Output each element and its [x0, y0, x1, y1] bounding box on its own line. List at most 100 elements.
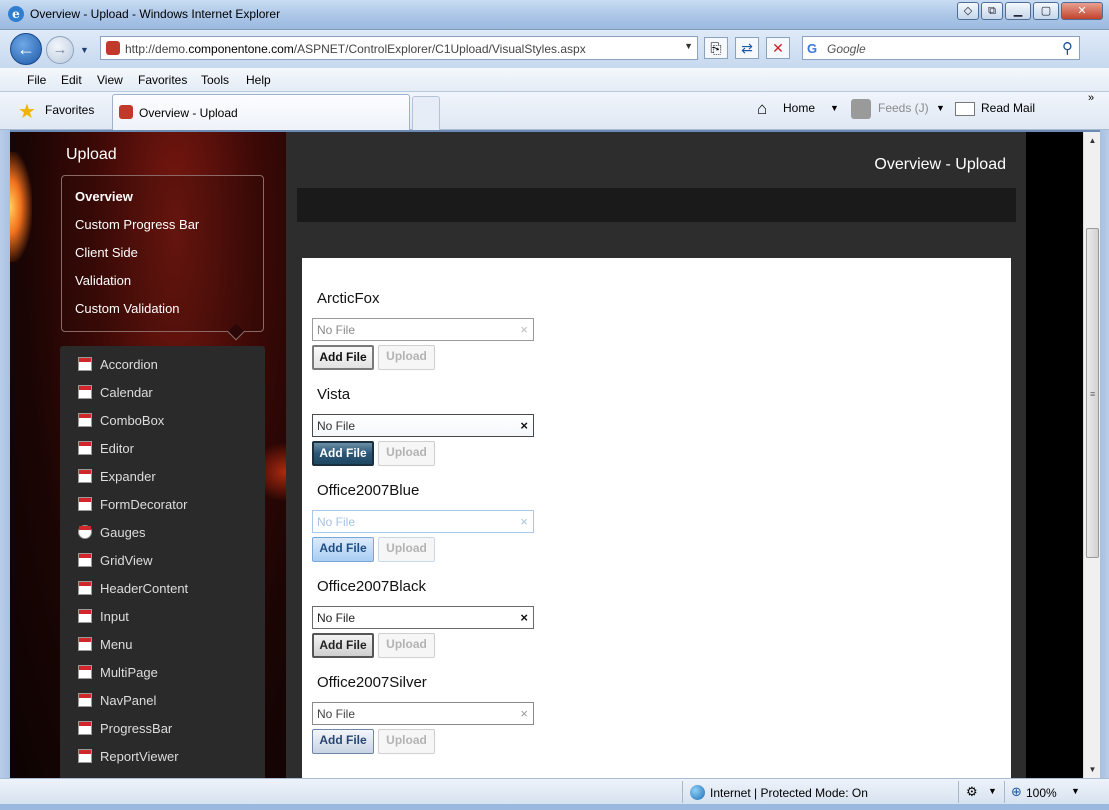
window-controls: ◇ ⧉ ▁ ▢ ✕ — [957, 2, 1103, 20]
stop-icon[interactable]: ✕ — [766, 37, 790, 59]
scroll-up-icon[interactable]: ▲ — [1084, 132, 1101, 149]
control-list: Accordion Calendar ComboBox Editor Expan… — [60, 346, 265, 778]
accordion-icon — [78, 357, 92, 371]
upload-button[interactable]: Upload — [378, 633, 435, 658]
add-file-button[interactable]: Add File — [312, 633, 374, 658]
gridview-icon — [78, 553, 92, 567]
add-file-button[interactable]: Add File — [312, 345, 374, 370]
zoom-dropdown-icon[interactable]: ▼ — [1071, 786, 1080, 796]
subnav-custom-validation[interactable]: Custom Validation — [75, 301, 180, 316]
address-url[interactable]: http://demo.componentone.com/ASPNET/Cont… — [125, 42, 586, 56]
clear-icon[interactable]: × — [520, 610, 528, 625]
control-item-gauges[interactable]: Gauges — [78, 522, 146, 542]
file-field[interactable]: No File × — [312, 702, 534, 725]
address-bar[interactable]: http://demo.componentone.com/ASPNET/Cont… — [100, 36, 698, 60]
favorites-star-icon[interactable]: ★ — [18, 99, 36, 124]
control-item-formdecorator[interactable]: FormDecorator — [78, 494, 187, 514]
menu-tools[interactable]: Tools — [201, 73, 229, 87]
clear-icon[interactable]: × — [520, 706, 528, 721]
security-zone[interactable]: Internet | Protected Mode: On — [710, 786, 868, 800]
add-file-button[interactable]: Add File — [312, 441, 374, 466]
vertical-scrollbar[interactable]: ▲ ≡ ▼ — [1083, 132, 1100, 778]
home-button[interactable]: Home — [783, 101, 815, 115]
menu-edit[interactable]: Edit — [61, 73, 82, 87]
control-item-headercontent[interactable]: HeaderContent — [78, 578, 188, 598]
theme-name: Office2007Blue — [317, 482, 420, 499]
page-title: Overview - Upload — [874, 156, 1006, 173]
subnav-custom-progress-bar[interactable]: Custom Progress Bar — [75, 217, 199, 232]
compatibility-view-icon[interactable]: ⎘ — [704, 37, 728, 59]
menu-view[interactable]: View — [97, 73, 123, 87]
status-bar: Internet | Protected Mode: On ⚙ ▼ ⊕ 100%… — [0, 778, 1109, 804]
window-bottom-border — [0, 804, 1109, 810]
feeds-button[interactable]: Feeds (J) — [878, 101, 929, 115]
back-button[interactable]: ← — [10, 33, 42, 65]
clear-icon[interactable]: × — [520, 418, 528, 433]
file-field[interactable]: No File × — [312, 414, 534, 437]
refresh-icon[interactable]: ⇄ — [735, 37, 759, 59]
chevron-more-icon[interactable]: » — [1088, 92, 1094, 104]
subnav-overview[interactable]: Overview — [75, 189, 133, 204]
control-item-reportviewer[interactable]: ReportViewer — [78, 746, 179, 766]
read-mail-button[interactable]: Read Mail — [981, 101, 1035, 115]
address-dropdown-icon[interactable]: ▼ — [684, 41, 693, 51]
scroll-down-icon[interactable]: ▼ — [1084, 761, 1101, 778]
search-input[interactable]: Google — [827, 42, 866, 56]
restore-tab-icon[interactable]: ◇ — [957, 2, 979, 20]
file-field[interactable]: No File × — [312, 510, 534, 533]
control-item-calendar[interactable]: Calendar — [78, 382, 153, 402]
upload-button[interactable]: Upload — [378, 441, 435, 466]
control-item-menu[interactable]: Menu — [78, 634, 133, 654]
subnav-client-side[interactable]: Client Side — [75, 245, 138, 260]
forward-button[interactable]: → — [46, 36, 74, 64]
tab-label: Overview - Upload — [139, 106, 238, 120]
subnav-validation[interactable]: Validation — [75, 273, 131, 288]
menu-help[interactable]: Help — [246, 73, 271, 87]
clear-icon[interactable]: × — [520, 514, 528, 529]
control-item-expander[interactable]: Expander — [78, 466, 156, 486]
theme-name: Vista — [317, 386, 351, 403]
status-separator — [682, 781, 683, 803]
maximize-button[interactable]: ▢ — [1033, 2, 1059, 20]
control-item-progressbar[interactable]: ProgressBar — [78, 718, 172, 738]
status-separator — [1004, 781, 1005, 803]
upload-button[interactable]: Upload — [378, 345, 435, 370]
close-button[interactable]: ✕ — [1061, 2, 1103, 20]
control-item-editor[interactable]: Editor — [78, 438, 134, 458]
menu-favorites[interactable]: Favorites — [138, 73, 187, 87]
feeds-dropdown-icon[interactable]: ▼ — [936, 103, 945, 113]
zoom-level[interactable]: 100% — [1026, 786, 1057, 800]
minimize-button[interactable]: ▁ — [1005, 2, 1031, 20]
new-tab-button[interactable] — [412, 96, 440, 130]
popup-blocker-icon[interactable]: ⚙ — [966, 784, 978, 800]
file-field[interactable]: No File × — [312, 318, 534, 341]
add-file-button[interactable]: Add File — [312, 729, 374, 754]
upload-button[interactable]: Upload — [378, 537, 435, 562]
popup-dropdown-icon[interactable]: ▼ — [988, 786, 997, 796]
upload-button[interactable]: Upload — [378, 729, 435, 754]
search-box[interactable]: G Google ⚲ — [802, 36, 1080, 60]
home-dropdown-icon[interactable]: ▼ — [830, 103, 839, 113]
control-item-combobox[interactable]: ComboBox — [78, 410, 164, 430]
control-item-input[interactable]: Input — [78, 606, 129, 626]
favorites-button[interactable]: Favorites — [45, 103, 94, 117]
snap-icon[interactable]: ⧉ — [981, 2, 1003, 20]
menu-file[interactable]: File — [27, 73, 46, 87]
file-field[interactable]: No File × — [312, 606, 534, 629]
control-item-accordion[interactable]: Accordion — [78, 354, 158, 374]
mail-icon[interactable] — [955, 102, 975, 116]
feeds-icon[interactable] — [851, 99, 871, 119]
combobox-icon — [78, 413, 92, 427]
add-file-button[interactable]: Add File — [312, 537, 374, 562]
search-icon[interactable]: ⚲ — [1062, 39, 1073, 57]
history-dropdown-icon[interactable]: ▼ — [80, 45, 89, 55]
control-item-gridview[interactable]: GridView — [78, 550, 153, 570]
tab-overview-upload[interactable]: Overview - Upload — [112, 94, 410, 130]
zoom-icon[interactable]: ⊕ — [1011, 784, 1022, 800]
home-icon[interactable]: ⌂ — [757, 99, 777, 119]
scroll-thumb[interactable]: ≡ — [1086, 228, 1099, 558]
reportviewer-icon — [78, 749, 92, 763]
control-item-navpanel[interactable]: NavPanel — [78, 690, 156, 710]
control-item-multipage[interactable]: MultiPage — [78, 662, 158, 682]
clear-icon[interactable]: × — [520, 322, 528, 337]
